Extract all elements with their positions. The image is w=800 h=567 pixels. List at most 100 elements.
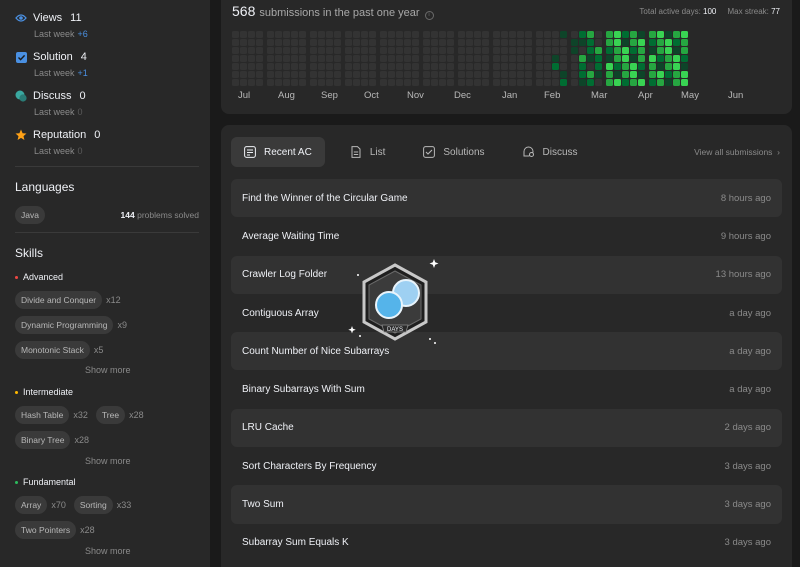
heatmap-day-cell[interactable] (482, 55, 489, 62)
skill-tag[interactable]: Binary Tree (15, 431, 71, 449)
heatmap-day-cell[interactable] (458, 31, 465, 38)
heatmap-day-cell[interactable] (388, 31, 395, 38)
heatmap-day-cell[interactable] (447, 55, 454, 62)
heatmap-day-cell[interactable] (587, 55, 594, 62)
heatmap-day-cell[interactable] (256, 71, 263, 78)
heatmap-day-cell[interactable] (248, 47, 255, 54)
heatmap-day-cell[interactable] (587, 79, 594, 86)
heatmap-day-cell[interactable] (571, 39, 578, 46)
heatmap-day-cell[interactable] (318, 63, 325, 70)
heatmap-day-cell[interactable] (493, 63, 500, 70)
heatmap-day-cell[interactable] (310, 79, 317, 86)
heatmap-day-cell[interactable] (614, 55, 621, 62)
submission-row[interactable]: Contiguous Array a day ago (231, 294, 782, 332)
heatmap-day-cell[interactable] (256, 39, 263, 46)
heatmap-day-cell[interactable] (665, 47, 672, 54)
heatmap-day-cell[interactable] (283, 39, 290, 46)
heatmap-day-cell[interactable] (536, 31, 543, 38)
heatmap-day-cell[interactable] (283, 63, 290, 70)
show-more-intermediate[interactable]: Show more (85, 456, 131, 466)
heatmap-day-cell[interactable] (361, 39, 368, 46)
heatmap-day-cell[interactable] (439, 55, 446, 62)
heatmap-day-cell[interactable] (345, 47, 352, 54)
heatmap-day-cell[interactable] (673, 39, 680, 46)
heatmap-day-cell[interactable] (256, 79, 263, 86)
heatmap-day-cell[interactable] (326, 55, 333, 62)
heatmap-day-cell[interactable] (622, 31, 629, 38)
heatmap-day-cell[interactable] (283, 71, 290, 78)
heatmap-day-cell[interactable] (466, 79, 473, 86)
heatmap-day-cell[interactable] (544, 31, 551, 38)
heatmap-day-cell[interactable] (509, 31, 516, 38)
heatmap-day-cell[interactable] (606, 63, 613, 70)
heatmap-day-cell[interactable] (493, 71, 500, 78)
heatmap-day-cell[interactable] (673, 79, 680, 86)
heatmap-day-cell[interactable] (517, 71, 524, 78)
heatmap-day-cell[interactable] (275, 55, 282, 62)
submission-row[interactable]: Average Waiting Time 9 hours ago (231, 217, 782, 255)
heatmap-day-cell[interactable] (587, 63, 594, 70)
heatmap-day-cell[interactable] (439, 63, 446, 70)
heatmap-day-cell[interactable] (606, 31, 613, 38)
heatmap-day-cell[interactable] (345, 55, 352, 62)
heatmap-day-cell[interactable] (595, 55, 602, 62)
heatmap-day-cell[interactable] (466, 31, 473, 38)
heatmap-day-cell[interactable] (525, 63, 532, 70)
heatmap-day-cell[interactable] (345, 39, 352, 46)
heatmap-day-cell[interactable] (509, 47, 516, 54)
heatmap-day-cell[interactable] (447, 71, 454, 78)
heatmap-day-cell[interactable] (267, 79, 274, 86)
heatmap-day-cell[interactable] (447, 47, 454, 54)
heatmap-day-cell[interactable] (353, 47, 360, 54)
heatmap-day-cell[interactable] (638, 55, 645, 62)
heatmap-day-cell[interactable] (517, 63, 524, 70)
language-tag[interactable]: Java (15, 206, 45, 224)
heatmap-day-cell[interactable] (396, 47, 403, 54)
heatmap-day-cell[interactable] (248, 55, 255, 62)
heatmap-day-cell[interactable] (681, 63, 688, 70)
heatmap-day-cell[interactable] (240, 63, 247, 70)
heatmap-day-cell[interactable] (649, 39, 656, 46)
heatmap-day-cell[interactable] (665, 55, 672, 62)
heatmap-day-cell[interactable] (275, 47, 282, 54)
heatmap-day-cell[interactable] (353, 31, 360, 38)
heatmap-day-cell[interactable] (431, 31, 438, 38)
heatmap-day-cell[interactable] (474, 71, 481, 78)
heatmap-day-cell[interactable] (232, 79, 239, 86)
heatmap-day-cell[interactable] (318, 31, 325, 38)
heatmap-day-cell[interactable] (423, 71, 430, 78)
heatmap-day-cell[interactable] (388, 71, 395, 78)
heatmap-day-cell[interactable] (482, 39, 489, 46)
heatmap-day-cell[interactable] (283, 31, 290, 38)
heatmap-day-cell[interactable] (248, 63, 255, 70)
heatmap-day-cell[interactable] (474, 63, 481, 70)
heatmap-day-cell[interactable] (466, 47, 473, 54)
submission-row[interactable]: Two Sum 3 days ago (231, 485, 782, 524)
heatmap-day-cell[interactable] (517, 31, 524, 38)
heatmap-day-cell[interactable] (517, 79, 524, 86)
heatmap-day-cell[interactable] (501, 55, 508, 62)
heatmap-day-cell[interactable] (439, 47, 446, 54)
heatmap-day-cell[interactable] (267, 31, 274, 38)
submission-row[interactable]: Count Number of Nice Subarrays a day ago (231, 332, 782, 371)
heatmap-day-cell[interactable] (649, 63, 656, 70)
heatmap-day-cell[interactable] (353, 71, 360, 78)
heatmap-day-cell[interactable] (560, 47, 567, 54)
heatmap-day-cell[interactable] (388, 79, 395, 86)
heatmap-day-cell[interactable] (361, 79, 368, 86)
heatmap-day-cell[interactable] (536, 47, 543, 54)
heatmap-day-cell[interactable] (552, 47, 559, 54)
heatmap-day-cell[interactable] (501, 71, 508, 78)
heatmap-day-cell[interactable] (318, 47, 325, 54)
heatmap-day-cell[interactable] (380, 71, 387, 78)
heatmap-day-cell[interactable] (482, 63, 489, 70)
heatmap-day-cell[interactable] (673, 63, 680, 70)
heatmap-day-cell[interactable] (334, 39, 341, 46)
heatmap-day-cell[interactable] (649, 31, 656, 38)
heatmap-day-cell[interactable] (587, 71, 594, 78)
heatmap-day-cell[interactable] (310, 55, 317, 62)
submission-row[interactable]: Subarray Sum Equals K 3 days ago (231, 524, 782, 562)
heatmap-day-cell[interactable] (412, 79, 419, 86)
heatmap-day-cell[interactable] (275, 63, 282, 70)
heatmap-day-cell[interactable] (396, 63, 403, 70)
